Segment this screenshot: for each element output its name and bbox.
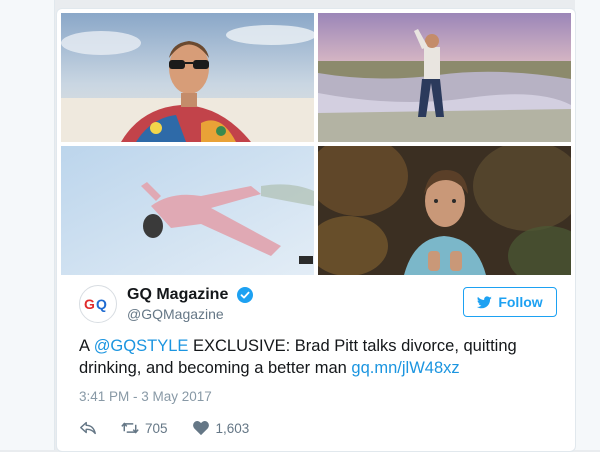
gq-logo-icon: G Q: [84, 296, 107, 312]
display-name[interactable]: GQ Magazine: [127, 285, 228, 305]
verified-badge-icon: [236, 287, 253, 303]
retweet-count: 705: [145, 420, 168, 436]
retweet-button[interactable]: 705: [121, 420, 168, 436]
timestamp[interactable]: 3:41 PM - 3 May 2017: [79, 389, 212, 404]
svg-text:Q: Q: [96, 296, 107, 312]
photo-2[interactable]: [318, 13, 571, 142]
reply-button[interactable]: [79, 420, 97, 436]
article-link[interactable]: gq.mn/jlW48xz: [351, 359, 459, 377]
mention-link[interactable]: @GQSTYLE: [94, 337, 189, 355]
tweet-header: G Q GQ Magazine @GQMagazine Follow: [79, 283, 557, 327]
tweet-text: A @GQSTYLE EXCLUSIVE: Brad Pitt talks di…: [79, 335, 549, 379]
left-page-panel: [0, 0, 55, 450]
tweet-card: G Q GQ Magazine @GQMagazine Follow A @GQ…: [56, 8, 576, 452]
photo-1[interactable]: [61, 13, 314, 142]
tweet-actions: 705 1,603: [79, 417, 273, 439]
svg-text:G: G: [84, 296, 95, 312]
photo-4[interactable]: [318, 146, 571, 275]
follow-button[interactable]: Follow: [463, 287, 557, 317]
right-page-gutter: [575, 0, 600, 450]
like-count: 1,603: [215, 420, 250, 436]
follow-label: Follow: [498, 294, 543, 310]
photo-3[interactable]: [61, 146, 314, 275]
account-names: GQ Magazine @GQMagazine: [127, 285, 253, 323]
heart-icon: [192, 421, 209, 436]
avatar[interactable]: G Q: [79, 285, 117, 323]
account-handle[interactable]: @GQMagazine: [127, 305, 253, 323]
photo-grid: [61, 13, 571, 275]
retweet-icon: [121, 422, 139, 434]
reply-icon: [80, 421, 96, 435]
twitter-bird-icon: [477, 295, 493, 308]
tweet-text-prefix: A: [79, 337, 94, 355]
like-button[interactable]: 1,603: [192, 420, 250, 436]
